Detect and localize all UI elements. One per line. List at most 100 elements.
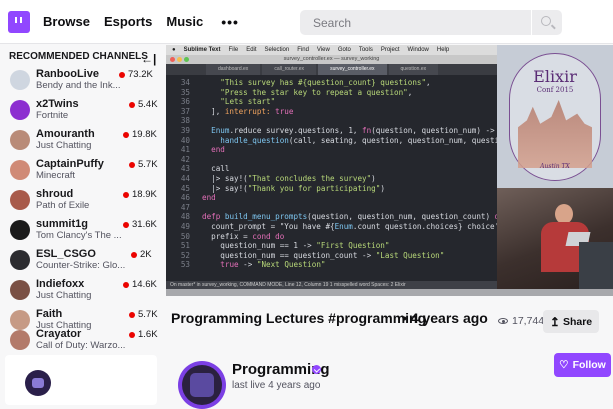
code-line: "This survey has #{question_count} quest… xyxy=(220,78,431,87)
window-title: survey_controller.ex — survey_working xyxy=(283,56,380,62)
avatar xyxy=(10,250,30,270)
menu-window: Window xyxy=(407,47,429,53)
viewer-count: 5.4K xyxy=(138,99,158,110)
code-line: defp build_menu_prompts(question, questi… xyxy=(202,212,504,222)
speaker-head xyxy=(555,204,573,224)
avatar xyxy=(10,100,30,120)
video-bottom-strip xyxy=(166,289,613,296)
poster-city: Austin TX xyxy=(540,163,570,170)
live-dot-icon xyxy=(129,332,135,338)
sidebar-channel-amouranth[interactable]: Amouranth Just Chatting 19.8K xyxy=(0,127,162,154)
twitch-logo-icon[interactable] xyxy=(8,10,30,33)
view-count: 17,744 xyxy=(512,315,545,327)
viewer-count: 2K xyxy=(140,249,152,260)
viewer-count: 31.6K xyxy=(132,219,157,230)
line-number: 46 xyxy=(180,193,190,203)
nav-esports[interactable]: Esports xyxy=(104,14,152,29)
share-icon: ↥ xyxy=(549,314,560,329)
share-button[interactable]: ↥ Share xyxy=(543,310,599,333)
follow-button[interactable]: ♡ Follow xyxy=(554,353,611,377)
avatar xyxy=(10,330,30,350)
heart-icon: ♡ xyxy=(559,359,569,371)
channel-name: Indiefoxx xyxy=(36,278,85,290)
nav-browse[interactable]: Browse xyxy=(43,14,90,29)
line-number: 52 xyxy=(180,250,190,260)
code-line: prefix = cond do xyxy=(202,231,285,241)
menu-help: Help xyxy=(436,47,450,53)
sidebar-channel-crayator[interactable]: Crayator Call of Duty: Warzo... 1.6K xyxy=(0,327,162,354)
avatar xyxy=(10,280,30,300)
live-dot-icon xyxy=(129,102,135,108)
zoom-dot-icon xyxy=(184,57,189,62)
live-dot-icon xyxy=(129,162,135,168)
recommended-channels-heading: RECOMMENDED CHANNELS xyxy=(9,50,148,62)
code-line: question_num == 1 -> "First Question" xyxy=(202,241,390,251)
channel-game: Path of Exile xyxy=(36,200,90,211)
sidebar-channel-indiefoxx[interactable]: Indiefoxx Just Chatting 14.6K xyxy=(0,277,162,304)
top-nav: Browse Esports Music ••• Search xyxy=(0,0,613,44)
sidebar: RECOMMENDED CHANNELS ←| RanbooLive Bendy… xyxy=(0,45,162,405)
nav-music[interactable]: Music xyxy=(166,14,203,29)
channel-game: Counter-Strike: Glo... xyxy=(36,260,126,271)
sidebar-promo-card[interactable] xyxy=(5,355,157,405)
channel-name: x2Twins xyxy=(36,98,79,110)
search-input[interactable]: Search xyxy=(300,10,531,35)
menu-file: File xyxy=(228,47,239,53)
editor-tabs: dashboard.ex call_router.ex survey_contr… xyxy=(166,64,497,75)
code-line: count_prompt = "You have #{Enum.count qu… xyxy=(202,222,500,231)
poster-subtitle: Conf 2015 xyxy=(536,86,574,94)
avatar xyxy=(10,160,30,180)
channel-name: Amouranth xyxy=(36,128,95,140)
sidebar-channel-x2twins[interactable]: x2Twins Fortnite 5.4K xyxy=(0,97,162,124)
editor-tab: dashboard.ex xyxy=(206,64,261,75)
speaker-camera xyxy=(497,188,613,289)
more-menu-icon[interactable]: ••• xyxy=(221,14,239,30)
eye-icon xyxy=(498,318,508,324)
close-dot-icon xyxy=(170,57,175,62)
channel-name: ESL_CSGO xyxy=(36,248,96,260)
editor-status-bar: On master* in survey_working, COMMAND MO… xyxy=(166,281,497,289)
video-player[interactable]: ● Sublime Text File Edit Selection Find … xyxy=(166,45,613,296)
sidebar-channel-captainpuffy[interactable]: CaptainPuffy Minecraft 5.7K xyxy=(0,157,162,184)
sidebar-channel-summit1g[interactable]: summit1g Tom Clancy's The ... 31.6K xyxy=(0,217,162,244)
line-number: 40 xyxy=(180,135,190,145)
line-number: 50 xyxy=(180,231,190,241)
menu-view: View xyxy=(316,47,330,53)
search-button[interactable] xyxy=(532,10,562,35)
menu-edit: Edit xyxy=(246,47,257,53)
line-number: 35 xyxy=(180,87,190,97)
sidebar-channel-esl-csgo[interactable]: ESL_CSGO Counter-Strike: Glo... 2K xyxy=(0,247,162,274)
line-number: 38 xyxy=(180,116,190,126)
code-line: |> say!("Thank you for participating") xyxy=(202,183,385,193)
viewer-count: 14.6K xyxy=(132,279,157,290)
line-number: 41 xyxy=(180,145,190,155)
collapse-sidebar-icon[interactable]: ←| xyxy=(141,52,156,66)
avatar xyxy=(10,70,30,90)
menu-project: Project xyxy=(380,47,400,53)
line-number: 37 xyxy=(180,106,190,116)
channel-name: summit1g xyxy=(36,218,88,230)
avatar xyxy=(10,130,30,150)
live-dot-icon xyxy=(123,192,129,198)
viewer-count: 1.6K xyxy=(138,329,158,340)
line-number: 34 xyxy=(180,78,190,87)
line-number: 47 xyxy=(180,202,190,212)
channel-game: Call of Duty: Warzo... xyxy=(36,340,126,351)
verified-badge-icon xyxy=(312,365,321,374)
sidebar-channel-shroud[interactable]: shroud Path of Exile 18.9K xyxy=(0,187,162,214)
menu-app-name: Sublime Text xyxy=(183,47,221,53)
viewer-count: 19.8K xyxy=(132,129,157,140)
sidebar-channel-ranboolive[interactable]: RanbooLive Bendy and the Ink... 73.2K xyxy=(0,67,162,94)
live-dot-icon xyxy=(123,222,129,228)
editor-tab: question.ex xyxy=(388,64,439,75)
podium xyxy=(579,242,613,289)
live-dot-icon xyxy=(123,132,129,138)
line-number: 36 xyxy=(180,97,190,107)
viewer-count: 5.7K xyxy=(138,309,158,320)
follow-label: Follow xyxy=(572,359,606,371)
line-number: 42 xyxy=(180,154,190,164)
editor-tab-active: survey_controller.ex xyxy=(318,64,387,75)
code-view: 34 "This survey has #{question_count} qu… xyxy=(166,76,504,281)
promo-avatar xyxy=(25,370,51,396)
viewer-count: 18.9K xyxy=(132,189,157,200)
